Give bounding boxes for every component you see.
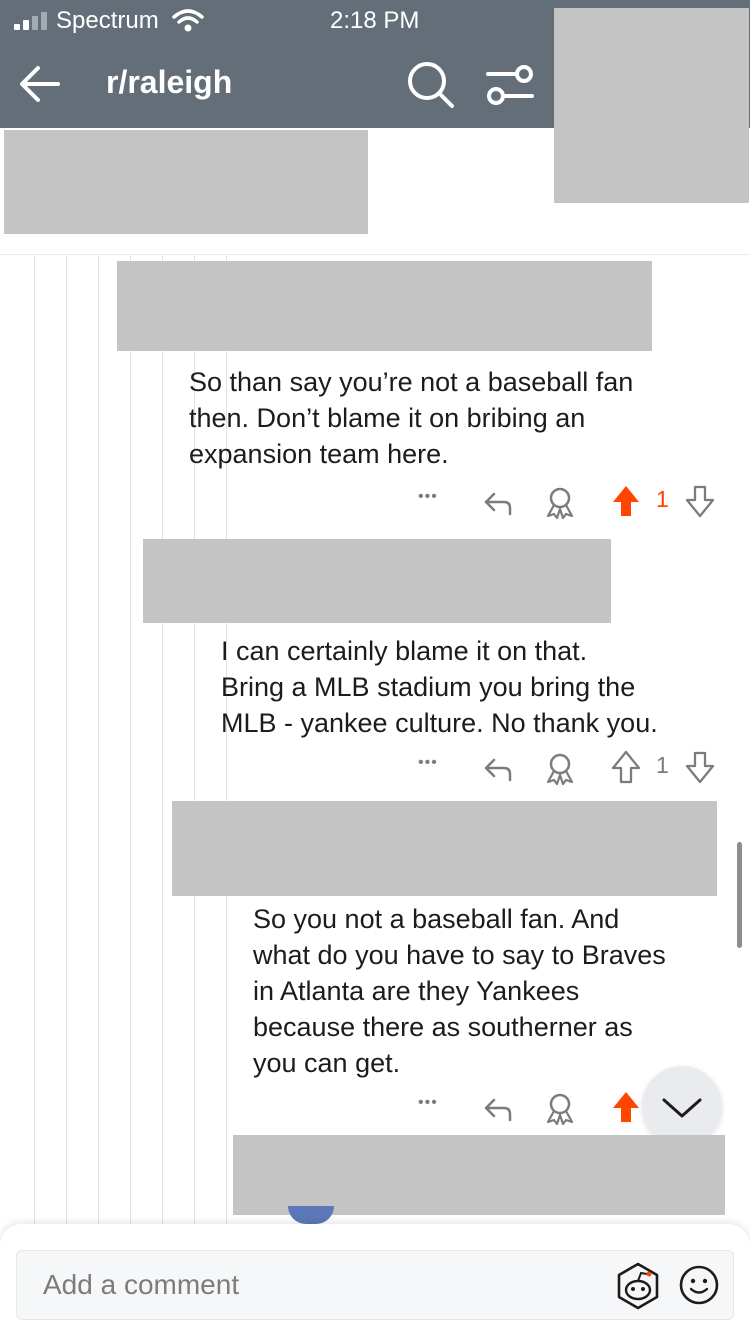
divider bbox=[0, 254, 750, 255]
downvote-icon[interactable] bbox=[684, 482, 716, 522]
comment-line: what do you have to say to Braves bbox=[253, 940, 666, 970]
more-options-button[interactable]: ••• bbox=[418, 488, 438, 528]
upvote-icon[interactable] bbox=[610, 748, 642, 788]
arrow-left-icon[interactable] bbox=[16, 60, 64, 108]
comment-line: you can get. bbox=[253, 1048, 401, 1078]
reply-icon[interactable] bbox=[480, 748, 516, 788]
comment-body: So than say you’re not a baseball fan th… bbox=[189, 364, 633, 472]
thread-line bbox=[130, 256, 131, 1226]
comment-line: So you not a baseball fan. And bbox=[253, 904, 620, 934]
cellular-signal-icon bbox=[14, 12, 47, 30]
comment-body: I can certainly blame it on that. Bring … bbox=[221, 633, 658, 741]
vote-score: 1 bbox=[656, 486, 669, 512]
redacted-comment-header bbox=[143, 539, 611, 623]
search-icon[interactable] bbox=[404, 58, 456, 110]
comment-line: Bring a MLB stadium you bring the bbox=[221, 672, 636, 702]
thread-line bbox=[162, 256, 163, 1226]
redacted-comment-header bbox=[233, 1135, 725, 1215]
comment-composer-bar: Add a comment bbox=[0, 1224, 750, 1334]
reply-icon[interactable] bbox=[480, 1088, 516, 1128]
comment-actions: ••• 1 bbox=[410, 482, 730, 522]
chevron-down-icon bbox=[662, 1098, 702, 1118]
redacted-comment-header bbox=[117, 261, 652, 351]
award-icon[interactable] bbox=[542, 482, 578, 522]
more-options-button[interactable]: ••• bbox=[418, 1094, 438, 1134]
jump-to-next-button[interactable] bbox=[642, 1066, 722, 1146]
add-comment-input[interactable]: Add a comment bbox=[16, 1250, 734, 1320]
upvote-icon[interactable] bbox=[610, 482, 642, 522]
scrollbar[interactable] bbox=[737, 842, 742, 948]
award-icon[interactable] bbox=[542, 1088, 578, 1128]
add-comment-placeholder: Add a comment bbox=[43, 1269, 240, 1300]
more-options-button[interactable]: ••• bbox=[418, 754, 438, 794]
comment-line: So than say you’re not a baseball fan bbox=[189, 367, 634, 397]
comment-line: in Atlanta are they Yankees bbox=[253, 976, 580, 1006]
upvote-icon[interactable] bbox=[610, 1088, 642, 1128]
emoji-icon[interactable] bbox=[677, 1263, 721, 1307]
avatar bbox=[288, 1206, 334, 1224]
comment-line: expansion team here. bbox=[189, 439, 449, 469]
thread-line bbox=[66, 256, 67, 1226]
thread-line bbox=[34, 256, 35, 1226]
thread-line bbox=[98, 256, 99, 1226]
status-time: 2:18 PM bbox=[330, 7, 420, 34]
comment-body: So you not a baseball fan. And what do y… bbox=[253, 901, 666, 1081]
downvote-icon[interactable] bbox=[684, 748, 716, 788]
award-icon[interactable] bbox=[542, 748, 578, 788]
redacted-region bbox=[4, 130, 368, 234]
subreddit-title[interactable]: r/raleigh bbox=[106, 64, 232, 101]
redacted-comment-header bbox=[172, 801, 717, 896]
comment-line: I can certainly blame it on that. bbox=[221, 636, 588, 666]
reply-icon[interactable] bbox=[480, 482, 516, 522]
comment-actions: ••• 1 bbox=[410, 748, 730, 788]
vote-score: 1 bbox=[656, 752, 669, 778]
redacted-region bbox=[554, 8, 749, 203]
comment-line: MLB - yankee culture. No thank you. bbox=[221, 708, 658, 738]
comment-actions: ••• bbox=[410, 1088, 640, 1128]
carrier-name: Spectrum bbox=[56, 7, 159, 34]
snoo-avatar-icon[interactable] bbox=[613, 1261, 663, 1311]
sort-filter-icon[interactable] bbox=[484, 62, 536, 108]
wifi-icon bbox=[172, 9, 204, 32]
comment-line: then. Don’t blame it on bribing an bbox=[189, 403, 586, 433]
comment-line: because there as southerner as bbox=[253, 1012, 633, 1042]
